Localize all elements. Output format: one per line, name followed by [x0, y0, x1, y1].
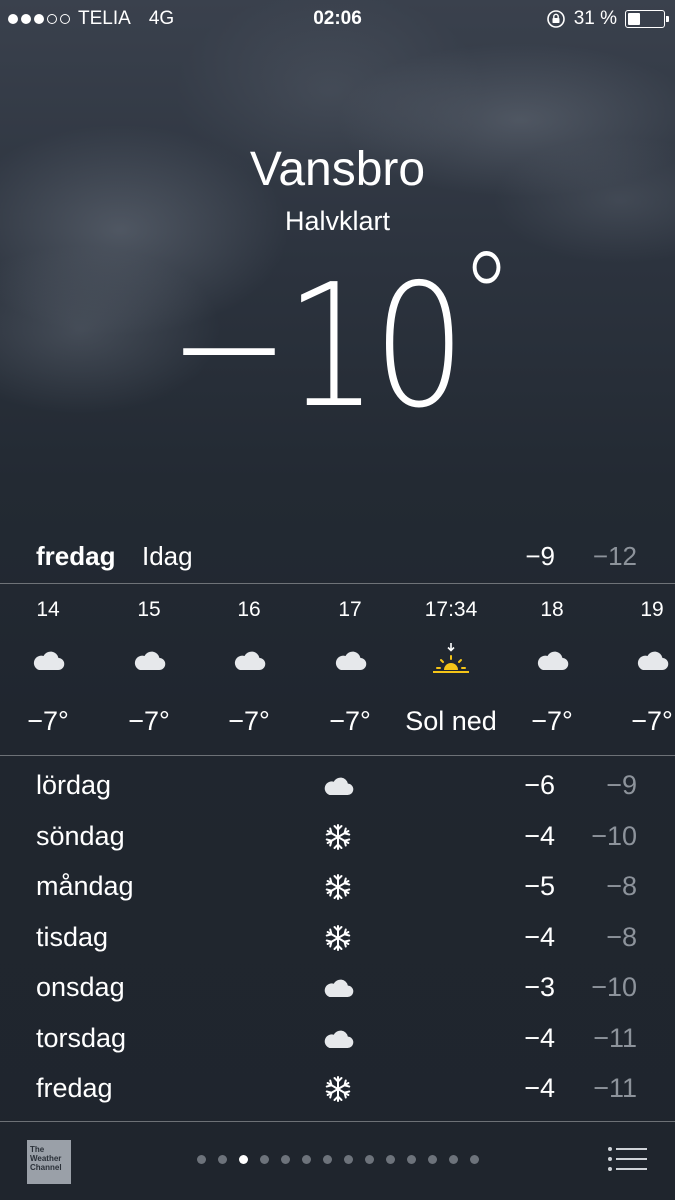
- hour-temperature: −7°: [27, 706, 69, 736]
- page-indicator[interactable]: [0, 1155, 675, 1164]
- cloud-icon: [322, 770, 354, 802]
- page-dot[interactable]: [301, 1155, 311, 1164]
- cloud-icon: [602, 640, 675, 680]
- day-low: −10: [591, 820, 637, 851]
- day-name: torsdag: [36, 1022, 127, 1053]
- temperature-value: −10: [167, 248, 466, 446]
- rotation-lock-icon: [546, 10, 565, 28]
- cloud-icon: [300, 640, 400, 680]
- hour-temperature: −7°: [128, 706, 170, 736]
- day-low: −11: [593, 1022, 637, 1053]
- hourly-forecast[interactable]: 14 −7° 15 −7° 16 −7° 17 −7° 17:34 Sol ned 18 −7° 19 −…: [0, 584, 675, 754]
- status-bar: TELIA 4G 02:06 31 %: [0, 0, 675, 38]
- page-dot[interactable]: [280, 1155, 290, 1164]
- day-high: −4: [524, 1073, 555, 1103]
- today-day-name: fredag: [36, 541, 116, 571]
- hour-temperature: −7°: [531, 706, 573, 736]
- page-dot[interactable]: [427, 1155, 437, 1164]
- page-dot[interactable]: [259, 1155, 269, 1164]
- snowflake-icon: [322, 922, 354, 954]
- day-high: −5: [524, 871, 555, 901]
- cloud-icon: [199, 640, 299, 680]
- sunset-icon: [401, 640, 501, 680]
- battery-icon: [625, 10, 669, 28]
- cloud-icon: [0, 640, 98, 680]
- today-low: −12: [592, 541, 637, 571]
- hour-time: 14: [36, 598, 60, 621]
- daily-row: måndag −5 −8: [0, 861, 675, 911]
- day-high: −4: [524, 820, 555, 851]
- daily-row: fredag −4 −11: [0, 1063, 675, 1113]
- page-dot[interactable]: [217, 1155, 227, 1164]
- day-name: tisdag: [36, 921, 109, 952]
- city-list-icon[interactable]: [607, 1146, 647, 1172]
- page-dot[interactable]: [196, 1155, 206, 1164]
- weather-condition: Halvklart: [284, 206, 391, 236]
- page-dot[interactable]: [385, 1155, 395, 1164]
- day-name: onsdag: [36, 972, 125, 1002]
- daily-row: torsdag −4 −11: [0, 1013, 675, 1063]
- day-name: måndag: [36, 871, 134, 901]
- day-low: −9: [606, 770, 637, 800]
- divider-bottom: [0, 755, 675, 756]
- hour-temperature: −7°: [228, 706, 270, 736]
- hour-time: 17: [338, 598, 362, 621]
- page-dot[interactable]: [448, 1155, 458, 1164]
- snowflake-icon: [322, 821, 354, 853]
- day-name: lördag: [36, 770, 112, 800]
- snowflake-icon: [322, 1073, 354, 1105]
- hour-time: 15: [137, 598, 161, 621]
- cloud-icon: [99, 640, 199, 680]
- day-name: söndag: [36, 820, 125, 851]
- day-high: −6: [524, 770, 555, 800]
- day-low: −8: [606, 871, 637, 901]
- day-high: −4: [524, 921, 555, 952]
- hour-temperature: −7°: [631, 706, 673, 736]
- page-dot[interactable]: [322, 1155, 332, 1164]
- day-low: −8: [606, 921, 637, 952]
- snowflake-icon: [322, 871, 354, 903]
- page-dot[interactable]: [343, 1155, 353, 1164]
- daily-row: söndag −4 −10: [0, 811, 675, 861]
- status-right: 31 %: [546, 8, 669, 30]
- today-label: Idag: [142, 541, 193, 571]
- footer-bar: The Weather Channel: [0, 1122, 675, 1200]
- battery-percent: 31 %: [573, 8, 617, 29]
- day-low: −11: [593, 1073, 637, 1103]
- day-low: −10: [591, 972, 637, 1002]
- hour-temperature: Sol ned: [405, 706, 497, 736]
- day-name: fredag: [36, 1073, 113, 1103]
- daily-row: tisdag −4 −8: [0, 912, 675, 962]
- hour-time: 19: [640, 598, 664, 621]
- today-high: −9: [525, 541, 555, 571]
- page-dot[interactable]: [364, 1155, 374, 1164]
- page-dot[interactable]: [238, 1155, 248, 1164]
- day-high: −4: [524, 1022, 555, 1053]
- hour-time: 18: [540, 598, 564, 621]
- page-dot[interactable]: [469, 1155, 479, 1164]
- city-name: Vansbro: [249, 143, 426, 196]
- current-temperature: −10°: [47, 228, 628, 446]
- degree-symbol: °: [460, 228, 513, 367]
- hour-time: 17:34: [424, 598, 478, 621]
- daily-row: onsdag −3 −10: [0, 962, 675, 1012]
- page-dot[interactable]: [406, 1155, 416, 1164]
- daily-row: lördag −6 −9: [0, 760, 675, 810]
- today-summary-row: fredag Idag −9 −12: [0, 541, 675, 581]
- cloud-icon: [502, 640, 602, 680]
- hour-time: 16: [237, 598, 261, 621]
- cloud-icon: [322, 1023, 354, 1055]
- day-high: −3: [524, 972, 555, 1002]
- hour-temperature: −7°: [329, 706, 371, 736]
- cloud-icon: [322, 972, 354, 1004]
